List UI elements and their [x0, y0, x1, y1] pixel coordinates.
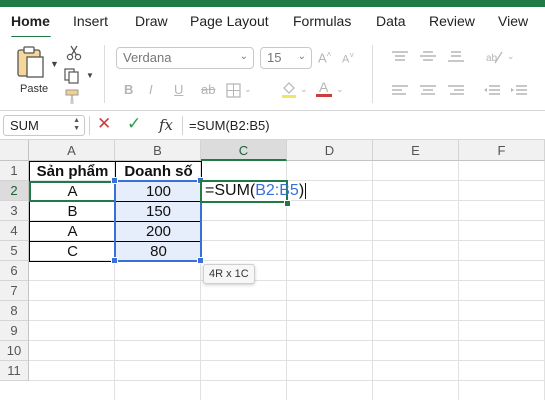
format-painter-icon[interactable] — [64, 89, 82, 105]
formula-range-reference: B2:B5 — [255, 182, 299, 199]
cut-icon[interactable] — [66, 45, 82, 61]
paste-label: Paste — [20, 83, 49, 95]
borders-dropdown-chevron-icon[interactable]: ⌄ — [244, 84, 252, 95]
tab-view[interactable]: View — [498, 13, 528, 29]
align-left-icon[interactable] — [392, 85, 408, 97]
ribbon-separator — [372, 45, 373, 103]
paste-icon — [17, 46, 44, 78]
borders-icon[interactable] — [226, 83, 241, 98]
column-header-e[interactable]: E — [373, 140, 459, 161]
ribbon-home: ▼ Paste ▼ Verdana ⌄ 15 ⌄ A˄ A˅ B I U ab … — [0, 37, 545, 110]
formula-bar: SUM ▲ ▼ ✕ ✓ fx =SUM(B2:B5) — [0, 110, 545, 140]
tab-formulas[interactable]: Formulas — [293, 13, 351, 29]
row-header-3[interactable]: 3 — [0, 201, 29, 221]
name-box-spinner-icon[interactable]: ▲ ▼ — [73, 117, 80, 133]
orientation-icon[interactable]: ab — [485, 49, 503, 65]
row-header-2[interactable]: 2 — [0, 181, 29, 201]
title-accent-bar — [0, 0, 545, 7]
paste-dropdown-chevron-icon[interactable]: ▼ — [50, 59, 59, 69]
decrease-font-size-icon[interactable]: A˅ — [342, 51, 354, 66]
table-cell[interactable]: A — [29, 221, 116, 242]
font-name-dropdown[interactable]: Verdana ⌄ — [116, 47, 254, 69]
bold-icon[interactable]: B — [124, 82, 133, 97]
copy-icon[interactable] — [63, 67, 81, 85]
strikethrough-icon[interactable]: ab — [201, 82, 215, 97]
align-top-icon[interactable] — [392, 51, 408, 63]
tab-data[interactable]: Data — [376, 13, 406, 29]
ribbon-tabs: Home Insert Draw Page Layout Formulas Da… — [0, 7, 545, 39]
range-size-tooltip: 4R x 1C — [203, 264, 255, 284]
tab-home[interactable]: Home — [11, 13, 50, 29]
fill-color-icon[interactable] — [281, 80, 297, 98]
name-box-value: SUM — [10, 118, 39, 133]
align-right-icon[interactable] — [448, 85, 464, 97]
name-box[interactable]: SUM ▲ ▼ — [3, 115, 85, 136]
paste-button[interactable]: ▼ Paste — [12, 43, 59, 97]
table-cell[interactable]: C — [29, 241, 116, 262]
font-color-dropdown-chevron-icon[interactable]: ⌄ — [336, 84, 344, 95]
column-header-d[interactable]: D — [287, 140, 373, 161]
row-header-8[interactable]: 8 — [0, 301, 29, 321]
insert-function-button[interactable]: fx — [159, 116, 173, 134]
orientation-dropdown-chevron-icon[interactable]: ⌄ — [507, 51, 515, 62]
chevron-down-icon: ⌄ — [297, 51, 306, 62]
italic-icon[interactable]: I — [149, 82, 153, 97]
chevron-down-icon: ⌄ — [239, 51, 248, 62]
formula-prefix-text: =SUM( — [205, 182, 256, 199]
column-header-c[interactable]: C — [201, 140, 287, 161]
table-header-cell[interactable]: Sản phẩm — [29, 161, 116, 182]
row-header-9[interactable]: 9 — [0, 321, 29, 341]
row-header-11[interactable]: 11 — [0, 361, 29, 381]
font-name-value: Verdana — [123, 50, 172, 65]
table-header-cell[interactable]: Doanh số — [115, 161, 202, 182]
active-cell-editor[interactable]: =SUM(B2:B5) — [200, 180, 307, 203]
column-header-b[interactable]: B — [115, 140, 201, 161]
range-handle[interactable] — [111, 257, 118, 264]
copy-dropdown-chevron-icon[interactable]: ▼ — [86, 71, 94, 80]
font-color-icon[interactable]: A — [316, 79, 332, 99]
formula-bar-separator — [182, 116, 183, 135]
ribbon-separator — [104, 45, 105, 103]
cancel-icon[interactable]: ✕ — [97, 114, 111, 134]
row-header-10[interactable]: 10 — [0, 341, 29, 361]
fill-handle[interactable] — [284, 200, 291, 207]
row-header-6[interactable]: 6 — [0, 261, 29, 281]
tab-review[interactable]: Review — [429, 13, 475, 29]
formula-input[interactable]: =SUM(B2:B5) — [189, 118, 270, 133]
increase-font-size-icon[interactable]: A˄ — [318, 50, 331, 65]
range-handle[interactable] — [197, 257, 204, 264]
worksheet-grid: A B C D E F 1 2 3 4 5 6 7 8 9 10 11 Sản … — [0, 140, 545, 400]
tab-page-layout[interactable]: Page Layout — [190, 13, 269, 29]
text-cursor — [305, 182, 307, 199]
increase-indent-icon[interactable] — [511, 85, 527, 97]
referenced-range-border — [114, 180, 202, 262]
align-center-icon[interactable] — [420, 85, 436, 97]
decrease-indent-icon[interactable] — [484, 85, 500, 97]
range-handle[interactable] — [111, 177, 118, 184]
tab-insert[interactable]: Insert — [73, 13, 108, 29]
fill-color-dropdown-chevron-icon[interactable]: ⌄ — [300, 84, 308, 95]
row-header-7[interactable]: 7 — [0, 281, 29, 301]
column-header-f[interactable]: F — [459, 140, 545, 161]
table-cell[interactable]: B — [29, 201, 116, 222]
tab-draw[interactable]: Draw — [135, 13, 168, 29]
column-header-a[interactable]: A — [29, 140, 115, 161]
enter-icon[interactable]: ✓ — [127, 114, 141, 134]
font-size-value: 15 — [267, 50, 282, 65]
row-header-1[interactable]: 1 — [0, 161, 29, 181]
align-middle-icon[interactable] — [420, 51, 436, 63]
font-size-dropdown[interactable]: 15 ⌄ — [260, 47, 312, 69]
a2-cell-outline — [29, 181, 116, 202]
formula-bar-separator — [89, 116, 90, 135]
align-bottom-icon[interactable] — [448, 51, 464, 63]
select-all-button[interactable] — [0, 140, 29, 161]
row-header-4[interactable]: 4 — [0, 221, 29, 241]
row-header-5[interactable]: 5 — [0, 241, 29, 261]
underline-icon[interactable]: U — [174, 82, 183, 97]
formula-suffix-text: ) — [298, 182, 305, 199]
